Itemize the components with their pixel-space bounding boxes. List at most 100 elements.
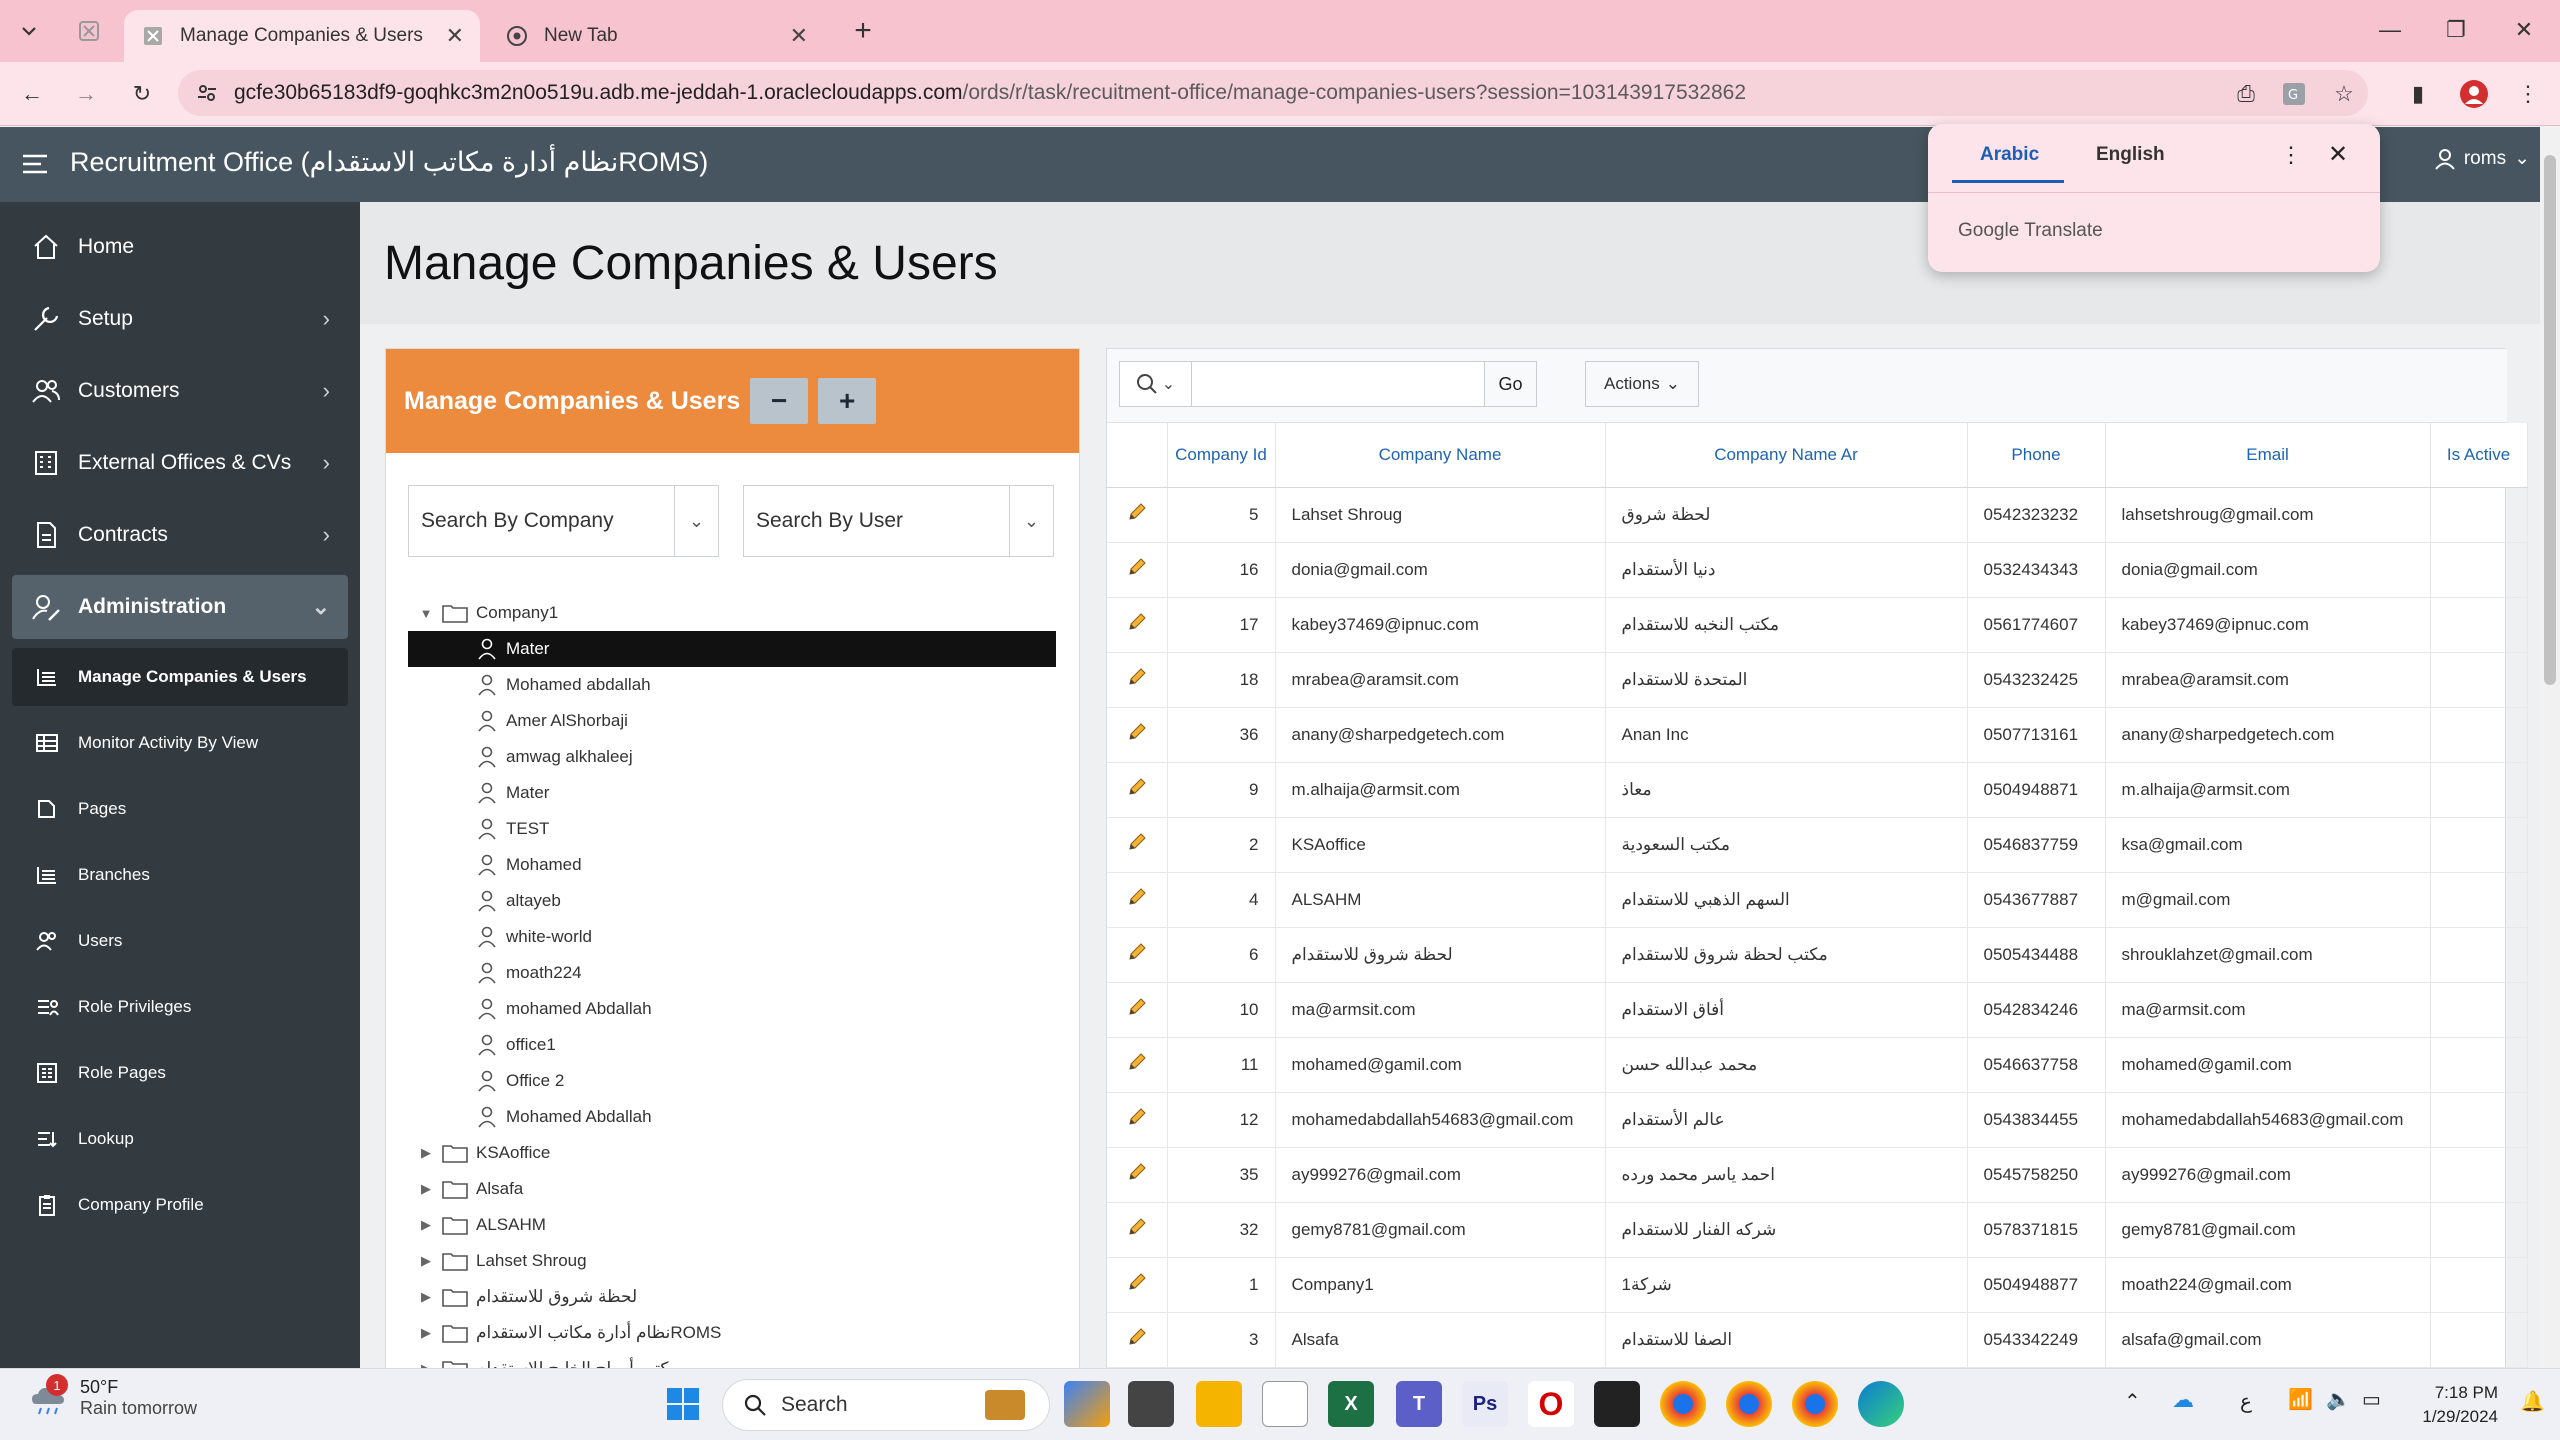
pencil-edit-icon[interactable] <box>1126 831 1148 853</box>
edit-row-cell[interactable] <box>1107 487 1168 543</box>
column-header[interactable]: Company Name <box>1275 423 1606 488</box>
sidebar-subitem-branches[interactable]: Branches <box>12 846 348 904</box>
pencil-edit-icon[interactable] <box>1126 611 1148 633</box>
caret-right-icon[interactable]: ▶ <box>416 1253 436 1269</box>
close-tab-icon[interactable]: ✕ <box>446 23 464 49</box>
pencil-edit-icon[interactable] <box>1126 1161 1148 1183</box>
table-row[interactable]: 9 m.alhaija@armsit.com معاذ 0504948871 m.alh… <box>1107 762 2528 818</box>
tree-node-user[interactable]: TEST <box>408 811 1056 847</box>
edit-row-cell[interactable] <box>1107 707 1168 763</box>
scrollbar-thumb[interactable] <box>2544 155 2556 685</box>
profile-avatar[interactable] <box>2456 76 2492 112</box>
tree-node-user[interactable]: mohamed Abdallah <box>408 991 1056 1027</box>
chrome-profile-icon[interactable] <box>1726 1381 1772 1427</box>
table-row[interactable]: 35 ay999276@gmail.com احمد ياسر محمد ورده 0… <box>1107 1147 2528 1203</box>
table-row[interactable]: 36 anany@sharpedgetech.com Anan Inc 0507713… <box>1107 707 2528 763</box>
battery-icon[interactable]: ▭ <box>2362 1387 2381 1412</box>
sidebar-subitem-role-privileges[interactable]: Role Privileges <box>12 978 348 1036</box>
pencil-edit-icon[interactable] <box>1126 501 1148 523</box>
edit-row-cell[interactable] <box>1107 1257 1168 1313</box>
pencil-edit-icon[interactable] <box>1126 886 1148 908</box>
excel-icon[interactable]: X <box>1328 1381 1374 1427</box>
tree-node-user[interactable]: white-world <box>408 919 1056 955</box>
translate-target-lang-tab[interactable]: English <box>2096 144 2165 166</box>
table-row[interactable]: 2 KSAoffice مكتب السعودية 0546837759 ksa@gma… <box>1107 817 2528 873</box>
edit-row-cell[interactable] <box>1107 982 1168 1038</box>
actions-menu-button[interactable]: Actions ⌄ <box>1585 361 1699 407</box>
back-button[interactable]: ← <box>14 76 50 112</box>
tree-node-user[interactable]: Mater <box>408 775 1056 811</box>
tab-search-button[interactable] <box>12 14 46 48</box>
volume-icon[interactable]: 🔈 <box>2326 1387 2351 1412</box>
forward-button[interactable]: → <box>68 76 104 112</box>
sidebar-item-administration[interactable]: Administration ⌄ <box>12 575 348 639</box>
sidebar-subitem-pages[interactable]: Pages <box>12 780 348 838</box>
column-header[interactable]: Phone <box>1967 423 2106 488</box>
edit-row-cell[interactable] <box>1107 597 1168 653</box>
new-tab-button[interactable]: + <box>846 14 880 48</box>
hamburger-menu-icon[interactable] <box>16 145 54 183</box>
sidebar-item-customers[interactable]: Customers › <box>12 359 348 423</box>
table-row[interactable]: 1 Company1 شركة1 0504948877 moath224@gmail.c… <box>1107 1257 2528 1313</box>
tree-node-company[interactable]: ▶ ALSAHM <box>408 1207 1056 1243</box>
edit-row-cell[interactable] <box>1107 762 1168 818</box>
caret-down-icon[interactable]: ▼ <box>416 606 436 621</box>
table-row[interactable]: 10 ma@armsit.com أفاق الاستقدام 0542834246 m… <box>1107 982 2528 1038</box>
tree-node-user[interactable]: altayeb <box>408 883 1056 919</box>
chrome-profile-icon[interactable] <box>1792 1381 1838 1427</box>
sidebar-subitem-company-profile[interactable]: Company Profile <box>12 1176 348 1234</box>
tree-node-company[interactable]: ▼ Company1 <box>408 595 1056 631</box>
sidebar-subitem-monitor-activity[interactable]: Monitor Activity By View <box>12 714 348 772</box>
edit-row-cell[interactable] <box>1107 872 1168 928</box>
tree-node-user[interactable]: office1 <box>408 1027 1056 1063</box>
caret-right-icon[interactable]: ▶ <box>416 1181 436 1197</box>
address-bar[interactable]: gcfe30b65183df9-goqhkc3m2n0o519u.adb.me-… <box>178 70 2368 116</box>
table-row[interactable]: 18 mrabea@aramsit.com المتحدة للاستقدام 054… <box>1107 652 2528 708</box>
pencil-edit-icon[interactable] <box>1126 776 1148 798</box>
browser-menu-icon[interactable]: ⋮ <box>2510 76 2546 112</box>
pencil-edit-icon[interactable] <box>1126 666 1148 688</box>
caret-right-icon[interactable]: ▶ <box>416 1325 436 1341</box>
edit-row-cell[interactable] <box>1107 1092 1168 1148</box>
pencil-edit-icon[interactable] <box>1126 1216 1148 1238</box>
tree-node-company[interactable]: ▶ مكتب أمواج الخليج للاستقدام <box>408 1351 1056 1368</box>
pencil-edit-icon[interactable] <box>1126 996 1148 1018</box>
table-row[interactable]: 32 gemy8781@gmail.com شركه الفنار للاستقدا… <box>1107 1202 2528 1258</box>
column-header[interactable]: Is Active <box>2430 423 2528 488</box>
edit-row-cell[interactable] <box>1107 1312 1168 1368</box>
notepad-icon[interactable] <box>1262 1381 1308 1427</box>
pinned-tab[interactable] <box>72 14 106 48</box>
caret-right-icon[interactable]: ▶ <box>416 1145 436 1161</box>
pencil-edit-icon[interactable] <box>1126 1326 1148 1348</box>
sidebar-subitem-role-pages[interactable]: Role Pages <box>12 1044 348 1102</box>
edit-row-cell[interactable] <box>1107 542 1168 598</box>
table-row[interactable]: 6 لحظة شروق للاستقدام مكتب لحظة شروق للاست… <box>1107 927 2528 983</box>
task-view-icon[interactable] <box>1128 1381 1174 1427</box>
edit-row-cell[interactable] <box>1107 927 1168 983</box>
copilot-icon[interactable] <box>1064 1381 1110 1427</box>
sidebar-item-setup[interactable]: Setup › <box>12 287 348 351</box>
close-tab-icon[interactable]: ✕ <box>790 23 808 49</box>
sidebar-item-home[interactable]: Home <box>12 215 348 279</box>
tree-node-user[interactable]: amwag alkhaleej <box>408 739 1056 775</box>
figma-icon[interactable] <box>1594 1381 1640 1427</box>
sidebar-item-contracts[interactable]: Contracts › <box>12 503 348 567</box>
column-header[interactable]: Company Id <box>1167 423 1276 488</box>
grid-search-input[interactable] <box>1202 364 1482 404</box>
side-panel-icon[interactable]: ▮ <box>2400 76 2436 112</box>
page-scrollbar[interactable] <box>2540 127 2560 1368</box>
sidebar-subitem-lookup[interactable]: Lookup <box>12 1110 348 1168</box>
translate-options-icon[interactable]: ⋮ <box>2280 142 2302 168</box>
bookmark-star-icon[interactable]: ☆ <box>2326 76 2362 112</box>
onedrive-icon[interactable]: ☁ <box>2172 1387 2194 1413</box>
tree-node-company[interactable]: ▶ Lahset Shroug <box>408 1243 1056 1279</box>
tab-manage-companies[interactable]: Manage Companies & Users ✕ <box>124 10 480 62</box>
pencil-edit-icon[interactable] <box>1126 1271 1148 1293</box>
pencil-edit-icon[interactable] <box>1126 721 1148 743</box>
tree-node-user[interactable]: Mohamed <box>408 847 1056 883</box>
notifications-icon[interactable]: 🔔 <box>2520 1389 2545 1414</box>
search-column-selector[interactable]: ⌄ <box>1120 362 1192 406</box>
tree-node-user[interactable]: Mater <box>408 631 1056 667</box>
sidebar-item-external-offices[interactable]: External Offices & CVs › <box>12 431 348 495</box>
system-clock[interactable]: 7:18 PM 1/29/2024 <box>2422 1381 2498 1429</box>
